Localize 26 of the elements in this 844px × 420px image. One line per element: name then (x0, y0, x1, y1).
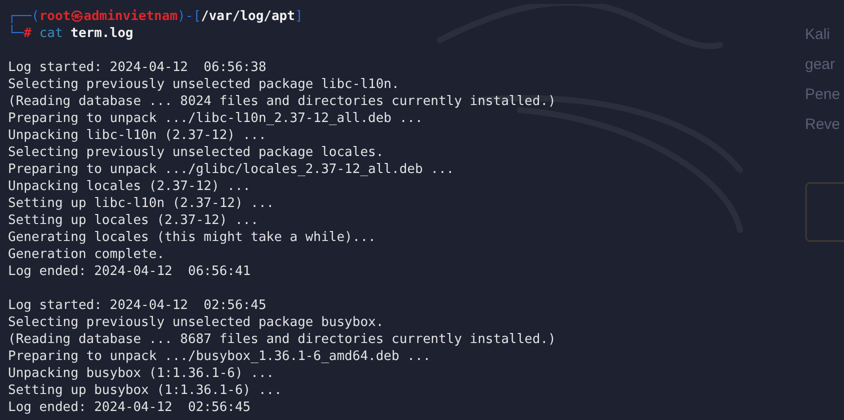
log-line: Preparing to unpack .../libc-l10n_2.37-12_all.deb ... (8, 110, 423, 127)
log-line: Setting up libc-l10n (2.37-12) ... (8, 195, 274, 212)
log-line: Preparing to unpack .../glibc/locales_2.37-12_all.deb ... (8, 161, 454, 178)
log-line: (Reading database ... 8024 files and directories currently installed.) (8, 93, 556, 110)
log-line: Log ended: 2024-04-12 02:56:45 (8, 399, 251, 416)
log-line: Log ended: 2024-04-12 06:56:41 (8, 263, 251, 280)
log-line: (Reading database ... 8687 files and directories currently installed.) (8, 331, 556, 348)
log-line: Selecting previously unselected package libc-l10n. (8, 76, 400, 93)
log-line: Log started: 2024-04-12 06:56:38 (8, 59, 266, 76)
prompt-line: ┌──(root㉿adminvietnam)-[/var/log/apt] (8, 8, 303, 24)
log-line: Unpacking locales (2.37-12) ... (8, 178, 251, 195)
log-line: Unpacking busybox (1:1.36.1-6) ... (8, 365, 274, 382)
background-text: gear (805, 56, 836, 73)
background-text: Kali (805, 26, 832, 43)
log-line: Selecting previously unselected package locales. (8, 144, 384, 161)
command-line: └─# cat term.log (8, 25, 134, 42)
log-line: Setting up busybox (1:1.36.1-6) ... (8, 382, 282, 399)
log-line: Generating locales (this might take a while)... (8, 229, 376, 246)
log-line: Generation complete. (8, 246, 165, 263)
log-line: Unpacking libc-l10n (2.37-12) ... (8, 127, 266, 144)
log-line: Preparing to unpack .../busybox_1.36.1-6_amd64.deb ... (8, 348, 431, 365)
log-line: Setting up locales (2.37-12) ... (8, 212, 258, 229)
background-text: Pene (805, 86, 842, 103)
log-line: Log started: 2024-04-12 02:56:45 (8, 297, 266, 314)
log-line: Selecting previously unselected package busybox. (8, 314, 384, 331)
background-text: Reve (805, 116, 842, 133)
